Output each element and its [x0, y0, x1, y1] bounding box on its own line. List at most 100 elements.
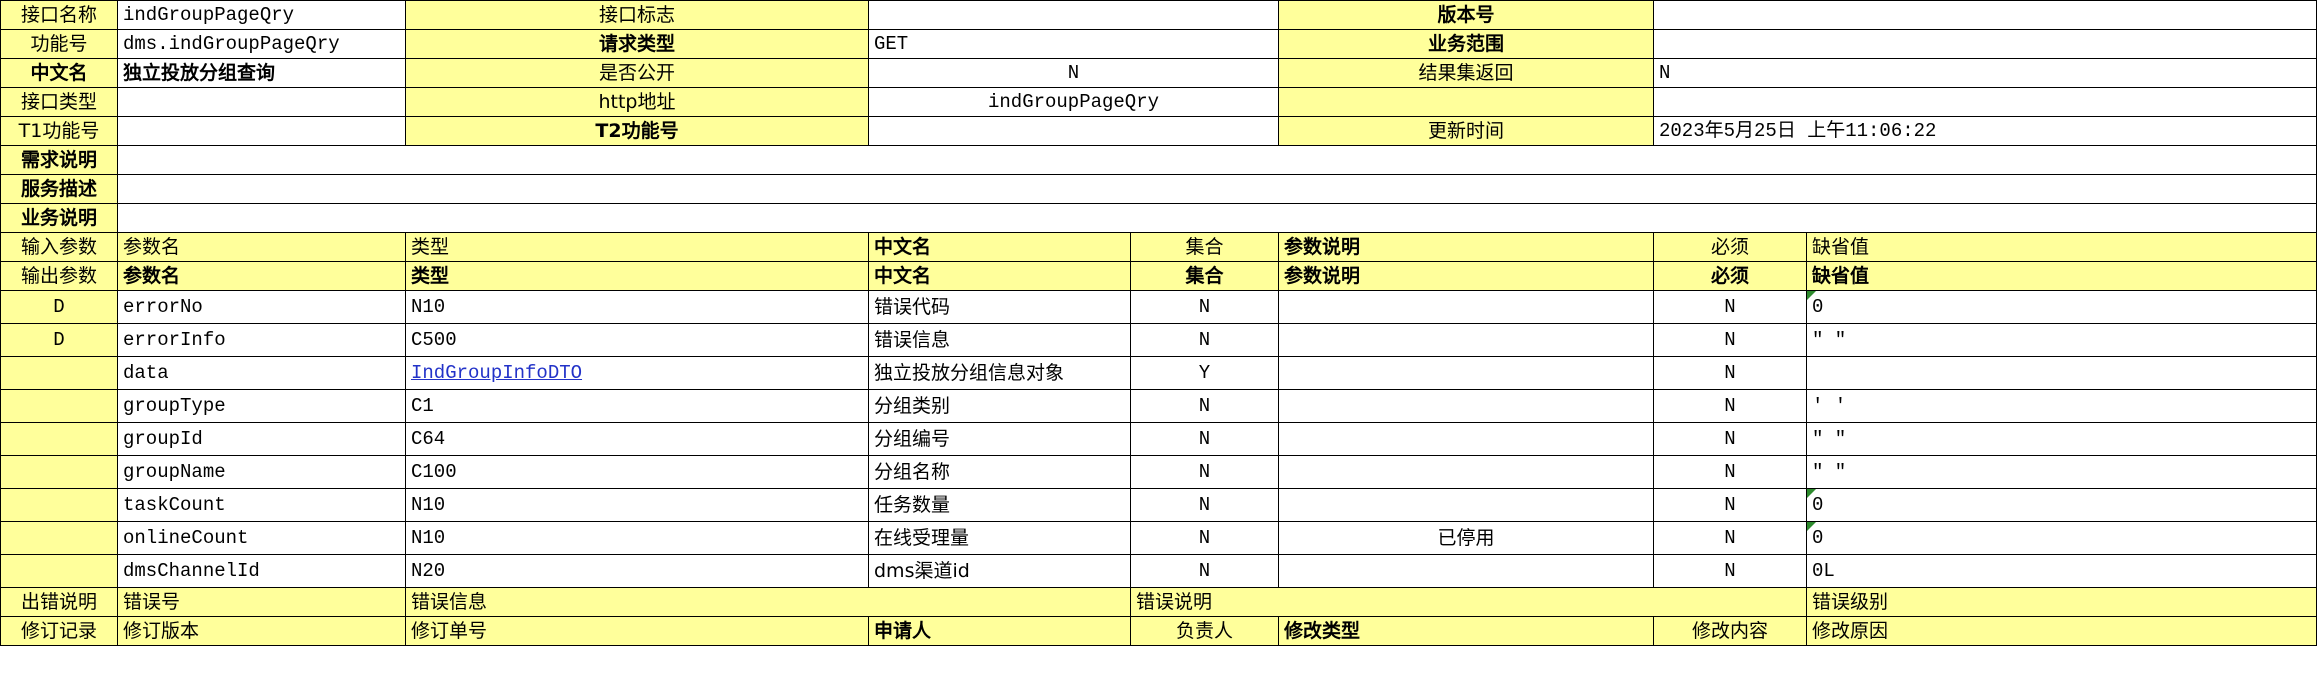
- output-param-row: DerrorNo N10 错误代码 N N 0: [0, 290, 2317, 324]
- param-set: N: [1130, 554, 1279, 588]
- revision-col-header: 修订单号: [405, 616, 869, 646]
- param-type: N10: [405, 290, 869, 324]
- output-col-header: 参数说明: [1278, 261, 1654, 291]
- header-value: [117, 116, 406, 146]
- output-col-header: 缺省值: [1806, 261, 2317, 291]
- output-param-row: dmsChannelId N20 dms渠道id N N 0L: [0, 554, 2317, 588]
- param-default: 0: [1806, 488, 2317, 522]
- header-value: [1653, 0, 2317, 30]
- param-desc: [1278, 356, 1654, 390]
- header-value: [868, 0, 1279, 30]
- param-default: 0: [1806, 290, 2317, 324]
- param-set: N: [1130, 521, 1279, 555]
- param-desc: [1278, 455, 1654, 489]
- param-default: 0L: [1806, 554, 2317, 588]
- header-label: 是否公开: [405, 58, 869, 88]
- output-col-header: 参数名: [117, 261, 406, 291]
- revision-col-header: 修订版本: [117, 616, 406, 646]
- header-label: http地址: [405, 87, 869, 117]
- param-name: errorNo: [117, 290, 406, 324]
- param-cn-name: 分组编号: [868, 422, 1131, 456]
- param-required: N: [1653, 356, 1807, 390]
- header-row: 接口类型 http地址 indGroupPageQry: [0, 87, 2317, 117]
- input-col-header: 必须: [1653, 232, 1807, 262]
- param-default: 0: [1806, 521, 2317, 555]
- param-name: data: [117, 356, 406, 390]
- param-cn-name: 错误代码: [868, 290, 1131, 324]
- param-set: N: [1130, 389, 1279, 423]
- dto-type-link[interactable]: IndGroupInfoDTO: [411, 362, 582, 384]
- output-col-header: 类型: [405, 261, 869, 291]
- revision-col-header: 修改原因: [1806, 616, 2317, 646]
- header-value: indGroupPageQry: [117, 0, 406, 30]
- header-label: 接口类型: [0, 87, 118, 117]
- param-desc: [1278, 323, 1654, 357]
- param-flag: D: [0, 323, 118, 357]
- param-type: IndGroupInfoDTO: [405, 356, 869, 390]
- output-col-header: 必须: [1653, 261, 1807, 291]
- section-value: [117, 203, 2317, 233]
- param-type: C64: [405, 422, 869, 456]
- param-name: taskCount: [117, 488, 406, 522]
- param-type: N20: [405, 554, 869, 588]
- param-name: groupType: [117, 389, 406, 423]
- param-flag: [0, 422, 118, 456]
- param-flag: [0, 521, 118, 555]
- header-row: 接口名称 indGroupPageQry 接口标志 版本号: [0, 0, 2317, 30]
- revision-col-header: 申请人: [868, 616, 1131, 646]
- param-required: N: [1653, 488, 1807, 522]
- param-required: N: [1653, 290, 1807, 324]
- revision-section-label: 修订记录: [0, 616, 118, 646]
- service-row: 服务描述: [0, 174, 2317, 204]
- header-label: 更新时间: [1278, 116, 1654, 146]
- param-desc: [1278, 488, 1654, 522]
- input-col-header: 参数说明: [1278, 232, 1654, 262]
- param-name: groupName: [117, 455, 406, 489]
- output-params-header: 输出参数参数名类型中文名集合参数说明必须缺省值备注: [0, 261, 2317, 291]
- param-cn-name: 在线受理量: [868, 521, 1131, 555]
- header-label: T2功能号: [405, 116, 869, 146]
- input-col-header: 参数名: [117, 232, 406, 262]
- header-label: 接口标志: [405, 0, 869, 30]
- param-desc: [1278, 422, 1654, 456]
- input-col-header: 类型: [405, 232, 869, 262]
- param-flag: [0, 389, 118, 423]
- input-params-header: 输入参数参数名类型中文名集合参数说明必须缺省值备注: [0, 232, 2317, 262]
- section-value: [117, 145, 2317, 175]
- param-cn-name: 分组名称: [868, 455, 1131, 489]
- header-value: 独立投放分组查询: [117, 58, 406, 88]
- param-name: onlineCount: [117, 521, 406, 555]
- output-param-row: onlineCount N10 在线受理量 N 已停用 N 0: [0, 521, 2317, 555]
- header-label: [1278, 87, 1654, 117]
- header-value: [1653, 29, 2317, 59]
- param-cn-name: 任务数量: [868, 488, 1131, 522]
- header-label: 接口名称: [0, 0, 118, 30]
- param-set: N: [1130, 455, 1279, 489]
- input-col-header: 集合: [1130, 232, 1279, 262]
- output-param-row: groupId C64 分组编号 N N " ": [0, 422, 2317, 456]
- header-value: [117, 87, 406, 117]
- header-row: 功能号 dms.indGroupPageQry 请求类型 GET 业务范围: [0, 29, 2317, 59]
- param-default: [1806, 356, 2317, 390]
- header-value: N: [1653, 58, 2317, 88]
- param-required: N: [1653, 323, 1807, 357]
- business-row: 业务说明: [0, 203, 2317, 233]
- param-desc: [1278, 290, 1654, 324]
- param-name: errorInfo: [117, 323, 406, 357]
- error-desc-header: 错误说明: [1130, 587, 1807, 617]
- param-type: C100: [405, 455, 869, 489]
- header-label: 功能号: [0, 29, 118, 59]
- param-cn-name: 独立投放分组信息对象: [868, 356, 1131, 390]
- revision-col-header: 修改类型: [1278, 616, 1654, 646]
- param-name: dmsChannelId: [117, 554, 406, 588]
- revision-col-header: 负责人: [1130, 616, 1279, 646]
- param-required: N: [1653, 422, 1807, 456]
- param-cn-name: dms渠道id: [868, 554, 1131, 588]
- param-required: N: [1653, 521, 1807, 555]
- param-cn-name: 错误信息: [868, 323, 1131, 357]
- header-label: 业务范围: [1278, 29, 1654, 59]
- header-row: 中文名 独立投放分组查询 是否公开 N 结果集返回 N: [0, 58, 2317, 88]
- section-label: 服务描述: [0, 174, 118, 204]
- output-param-row: groupType C1 分组类别 N N ' ': [0, 389, 2317, 423]
- sheet-body: 接口名称 indGroupPageQry 接口标志 版本号 功能号 dms.indGrou…: [0, 0, 2317, 646]
